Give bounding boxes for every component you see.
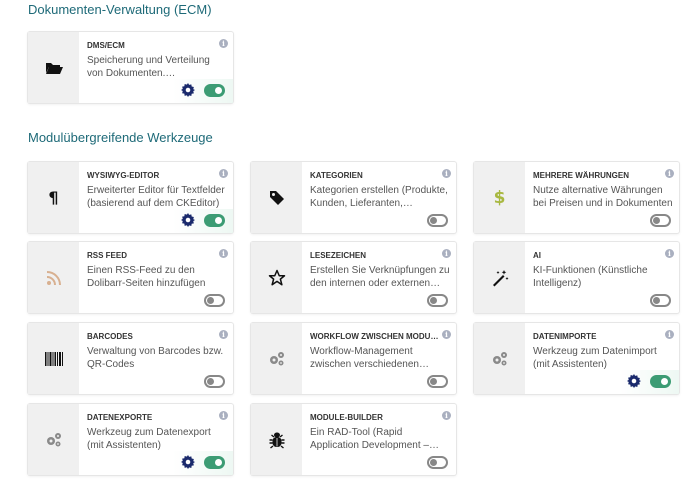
module-toggle[interactable] [427, 294, 448, 307]
module-title: DATENIMPORTE [533, 332, 597, 341]
module-title: WYSIWYG-EDITOR [87, 171, 160, 180]
module-description: Werkzeug zum Datenexport (mit Assistente… [87, 427, 211, 451]
module-title: RSS FEED [87, 251, 128, 260]
info-icon[interactable]: i [665, 249, 674, 258]
module-title: WORKFLOW ZWISCHEN MODUL… [310, 332, 440, 341]
info-icon[interactable]: i [665, 169, 674, 178]
paragraph-icon: ¶ [48, 188, 59, 207]
module-icon-box [28, 32, 79, 103]
module-description: Nutze alternative Währungen bei Preisen … [533, 185, 673, 209]
module-toggle[interactable] [650, 375, 671, 388]
module-card-barcodes[interactable]: BARCODES Verwaltung von Barcodes bzw. QR… [28, 323, 233, 394]
bug-icon [269, 432, 284, 449]
module-card-lesezeichen[interactable]: LESEZEICHEN Erstellen Sie Verknüpfungen … [251, 242, 456, 313]
module-card-rss[interactable]: RSS FEED Einen RSS-Feed zu den Dolibarr-… [28, 242, 233, 313]
settings-gear-icon[interactable] [181, 455, 195, 469]
module-title: MEHRERE WÄHRUNGEN [533, 171, 629, 180]
module-description: Einen RSS-Feed zu den Dolibarr-Seiten hi… [87, 265, 206, 289]
module-description: Werkzeug zum Datenimport (mit Assistente… [533, 346, 657, 370]
module-description: Speicherung und Verteilung von Dokumente… [87, 55, 210, 79]
module-title: DMS/ECM [87, 41, 125, 50]
module-title: MODULE-BUILDER [310, 413, 383, 422]
module-toggle[interactable] [204, 84, 225, 97]
module-card-modulebuilder[interactable]: MODULE-BUILDER Ein RAD-Tool (Rapid Appli… [251, 404, 456, 475]
section-title-ecm: Dokumenten-Verwaltung (ECM) [28, 2, 212, 17]
tag-icon [269, 190, 284, 205]
module-description: Workflow-Management zwischen verschieden… [310, 346, 419, 370]
module-toggle[interactable] [204, 375, 225, 388]
module-description: KI-Funktionen (Künstliche Intelligenz) [533, 265, 648, 289]
info-icon[interactable]: i [442, 249, 451, 258]
cogs-icon [492, 351, 507, 365]
module-card-workflow[interactable]: WORKFLOW ZWISCHEN MODUL… Workflow-Manage… [251, 323, 456, 394]
barcode-icon [44, 351, 63, 366]
module-card-datenexporte[interactable]: DATENEXPORTE Werkzeug zum Datenexport (m… [28, 404, 233, 475]
rss-icon [46, 270, 61, 285]
module-title: BARCODES [87, 332, 133, 341]
section-title-tools: Modulübergreifende Werkzeuge [28, 130, 213, 145]
module-description: Kategorien erstellen (Produkte, Kunden, … [310, 185, 448, 209]
star-icon [268, 269, 285, 285]
info-icon[interactable]: i [219, 411, 228, 420]
module-description: Erstellen Sie Verknüpfungen zu den inter… [310, 265, 450, 289]
module-card-datenimporte[interactable]: DATENIMPORTE Werkzeug zum Datenimport (m… [474, 323, 679, 394]
cogs-icon [46, 432, 61, 446]
module-page: Dokumenten-Verwaltung (ECM) DMS/ECM Spei… [0, 0, 690, 487]
module-card-waehrungen[interactable]: $ MEHRERE WÄHRUNGEN Nutze alternative Wä… [474, 162, 679, 233]
module-description: Verwaltung von Barcodes bzw. QR-Codes [87, 346, 224, 370]
module-card-dms[interactable]: DMS/ECM Speicherung und Verteilung von D… [28, 32, 233, 103]
info-icon[interactable]: i [219, 39, 228, 48]
module-title: DATENEXPORTE [87, 413, 153, 422]
folder-open-icon [45, 62, 63, 74]
module-description: Erweiterter Editor für Textfelder (basie… [87, 185, 225, 209]
module-toggle[interactable] [204, 214, 225, 227]
info-icon[interactable]: i [219, 330, 228, 339]
module-toggle[interactable] [650, 214, 671, 227]
dollar-icon: $ [493, 187, 506, 208]
module-title: AI [533, 251, 541, 260]
module-toggle[interactable] [427, 375, 448, 388]
module-description: Ein RAD-Tool (Rapid Application Developm… [310, 427, 429, 451]
info-icon[interactable]: i [442, 411, 451, 420]
module-card-kategorien[interactable]: KATEGORIEN Kategorien erstellen (Produkt… [251, 162, 456, 233]
module-toggle[interactable] [427, 456, 448, 469]
module-toggle[interactable] [427, 214, 448, 227]
module-card-wysiwyg[interactable]: ¶ WYSIWYG-EDITOR Erweiterter Editor für … [28, 162, 233, 233]
module-card-ai[interactable]: AI KI-Funktionen (Künstliche Intelligenz… [474, 242, 679, 313]
info-icon[interactable]: i [442, 330, 451, 339]
settings-gear-icon[interactable] [181, 83, 195, 97]
module-toggle[interactable] [204, 456, 225, 469]
module-toggle[interactable] [204, 294, 225, 307]
settings-gear-icon[interactable] [181, 213, 195, 227]
module-toggle[interactable] [650, 294, 671, 307]
module-title: KATEGORIEN [310, 171, 363, 180]
magic-wand-icon [492, 269, 508, 286]
info-icon[interactable]: i [665, 330, 674, 339]
info-icon[interactable]: i [219, 249, 228, 258]
module-title: LESEZEICHEN [310, 251, 367, 260]
settings-gear-icon[interactable] [627, 374, 641, 388]
cogs-icon [269, 351, 284, 365]
info-icon[interactable]: i [219, 169, 228, 178]
info-icon[interactable]: i [442, 169, 451, 178]
